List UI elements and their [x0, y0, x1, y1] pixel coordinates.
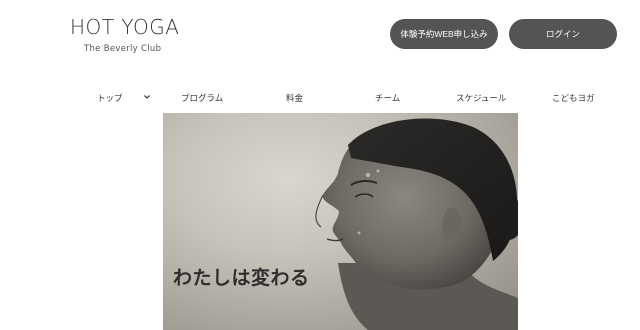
logo-title: HOT YOGA [70, 15, 180, 39]
hero-portrait [315, 118, 518, 330]
nav-item-program[interactable]: プログラム [181, 92, 223, 104]
chevron-down-icon[interactable] [143, 93, 151, 101]
site-logo[interactable]: HOT YOGA The Beverly Club [70, 16, 190, 54]
nav-item-fee[interactable]: 料金 [286, 92, 303, 104]
main-nav: トップ プログラム 料金 チーム スケジュール こどもヨガ [0, 92, 640, 108]
hero-image: わたしは変わる [163, 113, 518, 330]
login-button[interactable]: ログイン [509, 19, 617, 49]
hero-caption: わたしは変わる [173, 267, 310, 289]
nav-item-top[interactable]: トップ [97, 92, 123, 104]
nav-item-schedule[interactable]: スケジュール [456, 92, 506, 104]
nav-item-kids-yoga[interactable]: こどもヨガ [552, 92, 595, 104]
logo-subtitle: The Beverly Club [84, 44, 162, 54]
page: HOT YOGA The Beverly Club 体験予約WEB申し込み ログ… [0, 0, 640, 330]
trial-booking-button[interactable]: 体験予約WEB申し込み [390, 19, 498, 49]
nav-item-team[interactable]: チーム [375, 92, 400, 104]
